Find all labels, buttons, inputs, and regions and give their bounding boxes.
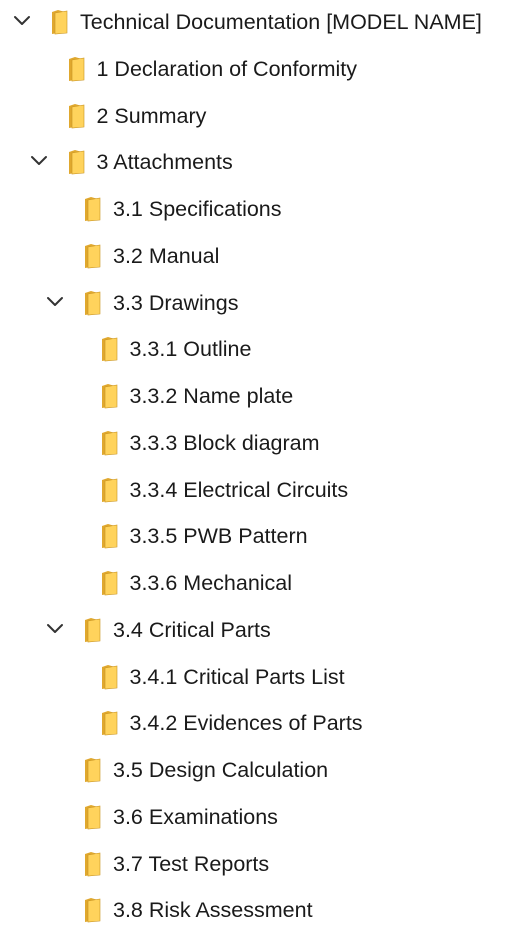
tree-item-3-8-risk-assessment[interactable]: 3.8 Risk Assessment <box>0 887 527 933</box>
folder-icon <box>100 523 120 549</box>
tree-item-label: 3.1 Specifications <box>113 197 282 221</box>
tree-item-3-6-examinations[interactable]: 3.6 Examinations <box>0 794 527 840</box>
tree-item-3-1-specifications[interactable]: 3.1 Specifications <box>0 186 527 232</box>
tree-item-3-3-3-block-diagram[interactable]: 3.3.3 Block diagram <box>0 420 527 466</box>
tree-item-1-declaration-of-conformity[interactable]: 1 Declaration of Conformity <box>0 46 527 92</box>
tree-item-3-3-6-mechanical[interactable]: 3.3.6 Mechanical <box>0 560 527 606</box>
tree-item-label: 1 Declaration of Conformity <box>96 56 358 81</box>
tree-item-label: 3.3.2 Name plate <box>129 384 294 408</box>
chevron-down-icon[interactable] <box>29 151 49 171</box>
folder-icon <box>67 149 87 175</box>
folder-icon <box>100 710 120 736</box>
folder-icon <box>100 477 120 503</box>
tree-item-label: 3.3.1 Outline <box>129 337 252 362</box>
tree-item-3-2-manual[interactable]: 3.2 Manual <box>0 233 527 279</box>
tree-item-label: 3.4 Critical Parts <box>113 617 271 642</box>
folder-icon <box>83 196 103 222</box>
tree-item-3-3-1-outline[interactable]: 3.3.1 Outline <box>0 326 527 372</box>
tree-item-label: Technical Documentation [MODEL NAME] <box>80 10 482 34</box>
tree-item-label: 3.7 Test Reports <box>113 851 270 876</box>
tree-item-label: 3.3.4 Electrical Circuits <box>129 477 349 502</box>
tree-item-3-3-4-electrical-circuits[interactable]: 3.3.4 Electrical Circuits <box>0 467 527 513</box>
tree-item-label: 3.6 Examinations <box>113 804 278 829</box>
tree-item-3-3-2-name-plate[interactable]: 3.3.2 Name plate <box>0 373 527 419</box>
tree-item-2-summary[interactable]: 2 Summary <box>0 93 527 139</box>
folder-icon <box>83 851 103 877</box>
tree-item-label: 3.4.1 Critical Parts List <box>129 664 345 689</box>
tree-item-3-7-test-reports[interactable]: 3.7 Test Reports <box>0 841 527 887</box>
tree-item-3-4-critical-parts[interactable]: 3.4 Critical Parts <box>0 607 527 653</box>
tree-item-3-attachments[interactable]: 3 Attachments <box>0 139 527 185</box>
folder-icon <box>100 570 120 596</box>
folder-icon <box>83 243 103 269</box>
tree-item-label: 3.5 Design Calculation <box>113 758 329 782</box>
folder-icon <box>83 290 103 316</box>
folder-icon <box>83 804 103 830</box>
folder-icon <box>83 897 103 923</box>
folder-tree: Technical Documentation [MODEL NAME] 1 De… <box>0 0 527 929</box>
tree-item-label: 3.4.2 Evidences of Parts <box>129 711 363 736</box>
chevron-down-icon[interactable] <box>12 11 32 31</box>
folder-icon <box>100 430 120 456</box>
tree-item-label: 3.8 Risk Assessment <box>113 898 313 923</box>
tree-item-3-4-2-evidences-of-parts[interactable]: 3.4.2 Evidences of Parts <box>0 700 527 746</box>
tree-item-label: 3.3.5 PWB Pattern <box>129 524 308 549</box>
folder-icon <box>67 103 87 129</box>
chevron-down-icon[interactable] <box>45 619 65 639</box>
tree-item-label: 2 Summary <box>96 103 207 128</box>
tree-item-label: 3.3.3 Block diagram <box>129 430 320 455</box>
folder-icon <box>50 9 70 35</box>
tree-item-3-3-drawings[interactable]: 3.3 Drawings <box>0 280 527 326</box>
tree-item-3-4-1-critical-parts-list[interactable]: 3.4.1 Critical Parts List <box>0 654 527 700</box>
tree-item-3-5-design-calculation[interactable]: 3.5 Design Calculation <box>0 747 527 793</box>
folder-icon <box>100 336 120 362</box>
tree-item-label: 3.3.6 Mechanical <box>129 571 293 595</box>
chevron-down-icon[interactable] <box>45 292 65 312</box>
folder-icon <box>83 617 103 643</box>
folder-icon <box>100 383 120 409</box>
folder-icon <box>67 56 87 82</box>
tree-item-technical-documentation-model-name[interactable]: Technical Documentation [MODEL NAME] <box>0 0 527 45</box>
tree-item-label: 3.3 Drawings <box>113 290 239 315</box>
tree-item-label: 3.2 Manual <box>113 243 220 268</box>
folder-icon <box>100 664 120 690</box>
folder-icon <box>83 757 103 783</box>
tree-item-label: 3 Attachments <box>96 150 233 175</box>
tree-item-3-3-5-pwb-pattern[interactable]: 3.3.5 PWB Pattern <box>0 513 527 559</box>
